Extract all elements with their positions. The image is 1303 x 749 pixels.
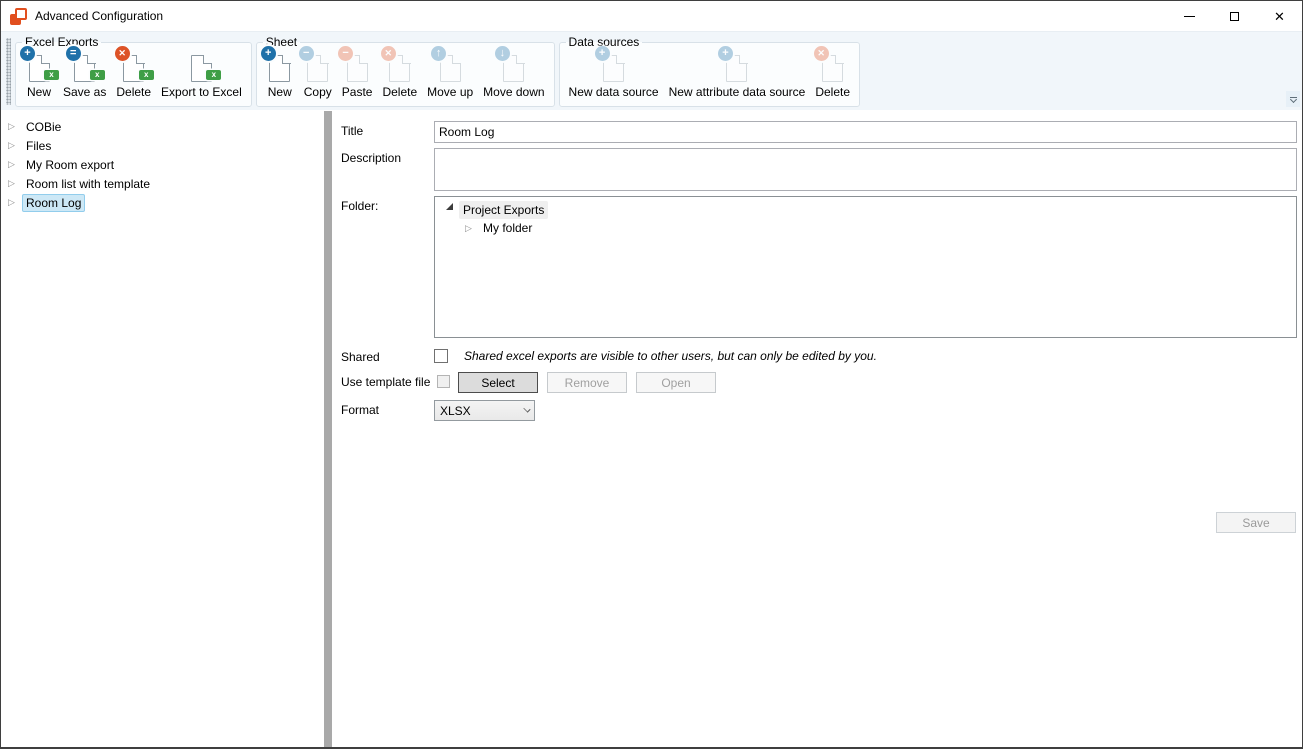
- new-excel-export-button[interactable]: x New: [20, 49, 58, 101]
- format-label: Format: [341, 400, 434, 421]
- group-data-sources: Data sources New data source New attribu…: [559, 35, 860, 107]
- description-input[interactable]: [434, 148, 1297, 191]
- shared-checkbox[interactable]: [434, 349, 448, 363]
- folder-item-project-exports[interactable]: Project Exports: [437, 201, 1294, 219]
- new-excel-export-icon: x: [25, 49, 53, 82]
- tree-item-room-list-with-template[interactable]: Room list with template: [1, 174, 324, 193]
- delete-excel-export-button[interactable]: x Delete: [111, 49, 156, 101]
- chevron-right-icon[interactable]: [8, 198, 19, 207]
- folder-item-my-folder[interactable]: My folder: [437, 219, 1294, 237]
- format-row: Format XLSX: [341, 400, 1297, 421]
- delete-data-source-icon: [819, 49, 847, 82]
- template-row: Use template file Select Remove Open: [341, 372, 1297, 393]
- chevron-right-icon[interactable]: [8, 141, 19, 150]
- window-controls: ✕: [1167, 1, 1302, 31]
- toolbar-overflow-button[interactable]: [1286, 91, 1300, 107]
- minimize-button[interactable]: [1167, 1, 1212, 31]
- move-down-icon: [500, 49, 528, 82]
- close-button[interactable]: ✕: [1257, 1, 1302, 31]
- delete-sheet-icon: [386, 49, 414, 82]
- new-attribute-data-source-button[interactable]: New attribute data source: [664, 49, 811, 101]
- new-sheet-icon: [266, 49, 294, 82]
- title-input[interactable]: [434, 121, 1297, 143]
- save-as-button[interactable]: x Save as: [58, 49, 111, 101]
- group-excel-exports: Excel Exports x New x Save as x: [15, 35, 252, 107]
- app-icon[interactable]: [10, 8, 27, 25]
- description-label: Description: [341, 148, 434, 191]
- export-to-excel-button[interactable]: x Export to Excel: [156, 49, 247, 101]
- tree-item-room-log[interactable]: Room Log: [1, 193, 324, 212]
- title-label: Title: [341, 121, 434, 143]
- new-data-source-button[interactable]: New data source: [564, 49, 664, 101]
- chevron-right-icon[interactable]: [8, 122, 19, 131]
- window-title: Advanced Configuration: [35, 9, 163, 23]
- save-as-excel-export-icon: x: [71, 49, 99, 82]
- chevron-right-icon[interactable]: [465, 224, 476, 233]
- folder-label: Folder:: [341, 196, 434, 341]
- group-label: Excel Exports: [22, 35, 101, 49]
- new-attribute-data-source-icon: [723, 49, 751, 82]
- tree-item-cobie[interactable]: COBie: [1, 117, 324, 136]
- paste-sheet-icon: [343, 49, 371, 82]
- pane-splitter[interactable]: [324, 111, 332, 747]
- chevron-right-icon[interactable]: [8, 160, 19, 169]
- chevron-down-icon: [523, 405, 530, 412]
- maximize-icon: [1230, 12, 1239, 21]
- new-sheet-button[interactable]: New: [261, 49, 299, 101]
- export-tree: COBie Files My Room export Room list wit…: [1, 111, 324, 747]
- close-icon: ✕: [1274, 10, 1285, 23]
- folder-row: Folder: Project Exports My folder: [341, 196, 1297, 341]
- maximize-button[interactable]: [1212, 1, 1257, 31]
- use-template-file-checkbox[interactable]: [437, 375, 450, 388]
- chevron-right-icon[interactable]: [8, 179, 19, 188]
- shared-label: Shared: [341, 347, 434, 364]
- minimize-icon: [1184, 16, 1195, 17]
- delete-excel-export-icon: x: [120, 49, 148, 82]
- new-data-source-icon: [600, 49, 628, 82]
- delete-sheet-button[interactable]: Delete: [377, 49, 422, 101]
- delete-data-source-button[interactable]: Delete: [810, 49, 855, 101]
- move-up-icon: [436, 49, 464, 82]
- tree-item-files[interactable]: Files: [1, 136, 324, 155]
- select-template-button[interactable]: Select: [458, 372, 538, 393]
- copy-sheet-icon: [304, 49, 332, 82]
- open-template-button[interactable]: Open: [636, 372, 716, 393]
- tree-item-my-room-export[interactable]: My Room export: [1, 155, 324, 174]
- shared-row: Shared Shared excel exports are visible …: [341, 347, 1297, 364]
- description-row: Description: [341, 148, 1297, 191]
- format-value: XLSX: [440, 404, 471, 418]
- content-area: COBie Files My Room export Room list wit…: [1, 111, 1302, 747]
- shared-note: Shared excel exports are visible to othe…: [464, 347, 877, 364]
- copy-sheet-button[interactable]: Copy: [299, 49, 337, 101]
- save-button[interactable]: Save: [1216, 512, 1296, 533]
- title-bar: Advanced Configuration ✕: [1, 1, 1302, 31]
- move-down-button[interactable]: Move down: [478, 49, 549, 101]
- folder-tree: Project Exports My folder: [434, 196, 1297, 338]
- export-detail-panel: Title Description Folder: Project Export…: [332, 111, 1302, 747]
- remove-template-button[interactable]: Remove: [547, 372, 627, 393]
- app-window: Advanced Configuration ✕ Excel Exports x…: [0, 0, 1303, 749]
- toolbar-grip[interactable]: [6, 38, 11, 105]
- export-to-excel-icon: x: [187, 49, 215, 82]
- move-up-button[interactable]: Move up: [422, 49, 478, 101]
- group-sheet: Sheet New Copy: [256, 35, 555, 107]
- paste-sheet-button[interactable]: Paste: [337, 49, 378, 101]
- use-template-file-label: Use template file: [341, 372, 437, 393]
- format-select[interactable]: XLSX: [434, 400, 535, 421]
- toolbar: Excel Exports x New x Save as x: [1, 31, 1302, 110]
- title-row: Title: [341, 121, 1297, 143]
